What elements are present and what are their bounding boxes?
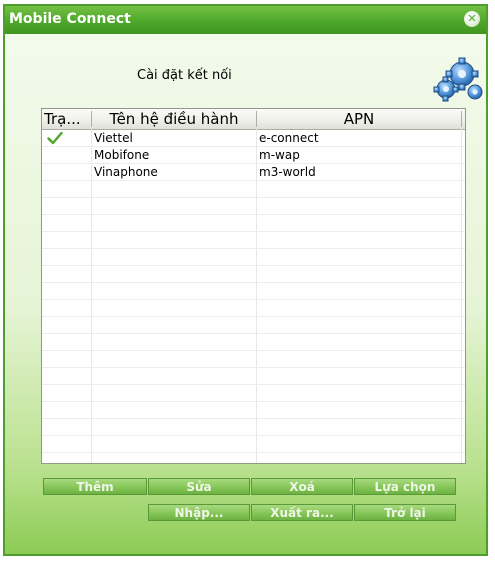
mobile-connect-window: Mobile Connect ✕ Cài đặt kết nối Trạ... … [3, 4, 488, 556]
column-divider[interactable] [461, 111, 462, 127]
table-body: Viettel e-connect Mobifone m-wap Vinapho… [42, 130, 465, 463]
status-cell [42, 130, 91, 146]
status-cell [42, 164, 91, 180]
empty-row [42, 334, 465, 351]
empty-row [42, 300, 465, 317]
status-cell [42, 147, 91, 163]
table-row[interactable]: Vinaphone m3-world [42, 164, 465, 181]
empty-row [42, 436, 465, 453]
column-header-apn[interactable]: APN [259, 109, 459, 129]
empty-row [42, 249, 465, 266]
empty-row [42, 232, 465, 249]
column-divider[interactable] [256, 111, 257, 127]
os-name-cell: Vinaphone [94, 165, 158, 179]
empty-row [42, 283, 465, 300]
delete-button[interactable]: Xoá [251, 478, 353, 495]
os-name-cell: Mobifone [94, 148, 150, 162]
apn-cell: m-wap [259, 148, 300, 162]
table-row[interactable]: Mobifone m-wap [42, 147, 465, 164]
empty-row [42, 419, 465, 436]
add-button[interactable]: Thêm [43, 478, 147, 495]
apn-cell: e-connect [259, 131, 319, 145]
table-header: Trạ... Tên hệ điều hành APN [42, 109, 465, 130]
page-title: Cài đặt kết nối [137, 68, 232, 83]
import-button[interactable]: Nhập... [148, 504, 250, 521]
empty-row [42, 453, 465, 463]
empty-row [42, 317, 465, 334]
os-name-cell: Viettel [94, 131, 133, 145]
title-bar: Mobile Connect ✕ [5, 6, 486, 34]
column-divider[interactable] [91, 111, 92, 127]
empty-row [42, 198, 465, 215]
empty-row [42, 215, 465, 232]
empty-row [42, 385, 465, 402]
table-row[interactable]: Viettel e-connect [42, 130, 465, 147]
empty-row [42, 402, 465, 419]
edit-button[interactable]: Sửa [148, 478, 250, 495]
back-button[interactable]: Trở lại [354, 504, 456, 521]
close-icon[interactable]: ✕ [464, 11, 480, 27]
gears-icon [433, 57, 483, 102]
window-title: Mobile Connect [9, 11, 131, 27]
empty-row [42, 351, 465, 368]
column-header-status[interactable]: Trạ... [44, 109, 89, 129]
apn-cell: m3-world [259, 165, 316, 179]
export-button[interactable]: Xuất ra... [251, 504, 353, 521]
select-button[interactable]: Lựa chọn [354, 478, 456, 495]
connection-table[interactable]: Trạ... Tên hệ điều hành APN Viettel e-co… [41, 108, 466, 464]
empty-row [42, 266, 465, 283]
check-icon [47, 131, 63, 145]
empty-row [42, 181, 465, 198]
empty-row [42, 368, 465, 385]
column-header-os-name[interactable]: Tên hệ điều hành [94, 109, 254, 129]
